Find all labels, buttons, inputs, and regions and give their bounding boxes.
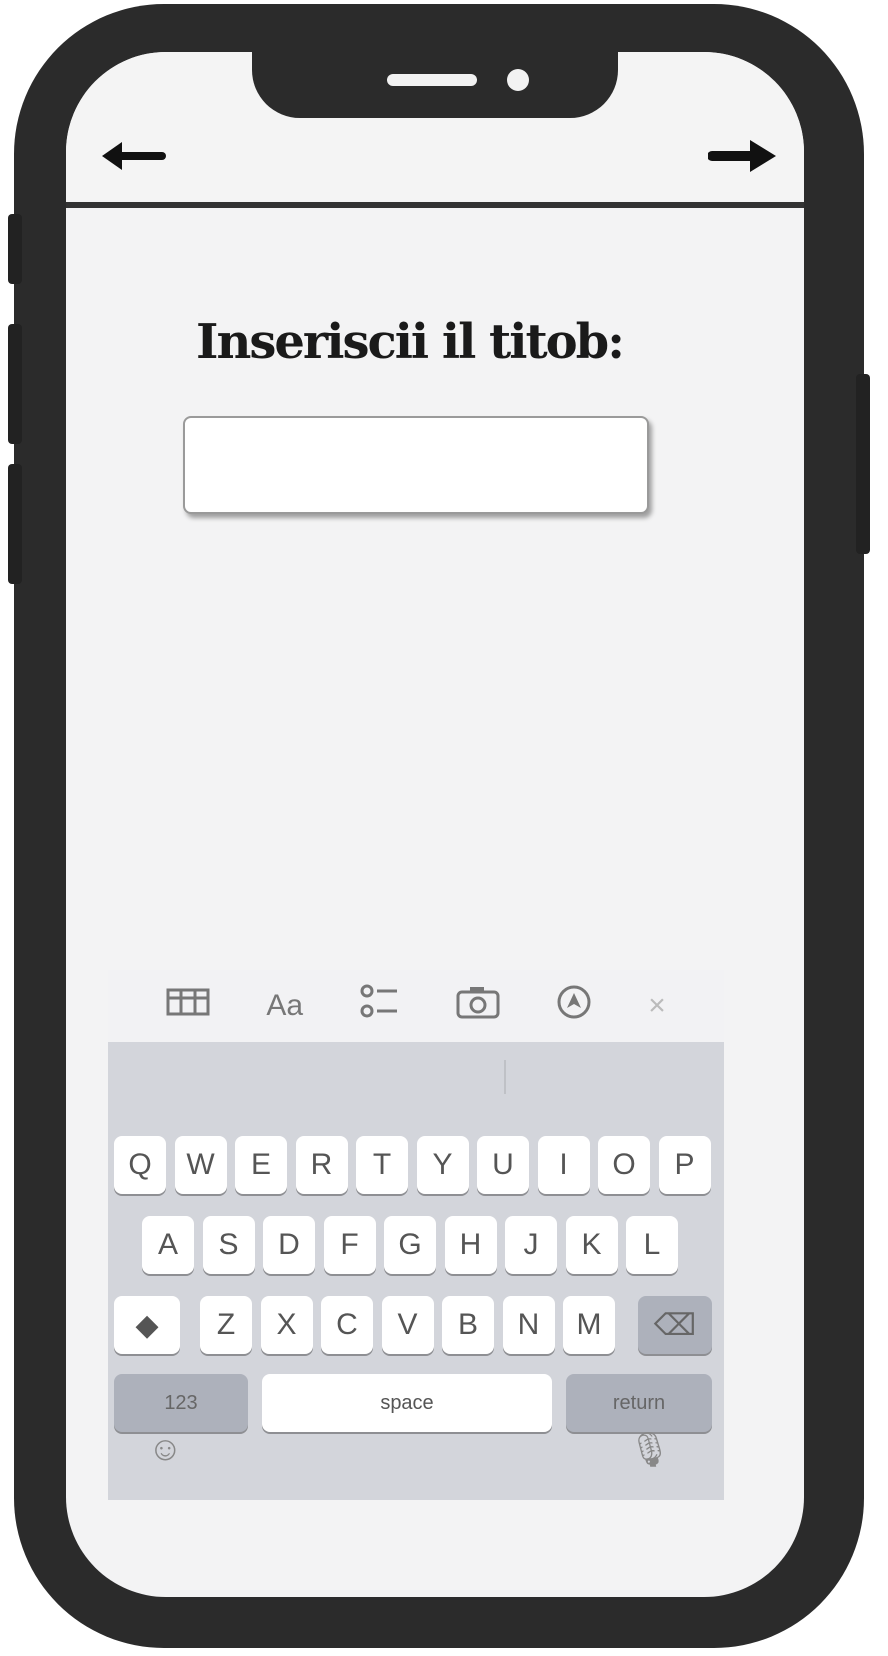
key-a[interactable]: A [142,1216,194,1274]
title-input[interactable] [183,416,649,514]
volume-down-button [8,464,22,584]
key-v[interactable]: V [381,1296,434,1354]
checklist-icon[interactable] [359,984,399,1028]
key-p[interactable]: P [658,1136,711,1194]
key-s[interactable]: S [202,1216,255,1274]
camera-icon[interactable] [456,985,500,1027]
speaker-grille [387,74,477,86]
key-b[interactable]: B [442,1296,494,1354]
key-o[interactable]: O [598,1136,650,1194]
text-format-icon[interactable]: Aa [266,989,303,1023]
key-g[interactable]: G [384,1216,436,1274]
keyboard-toolbar: Aa × [108,970,724,1042]
key-y[interactable]: Y [416,1136,469,1194]
table-icon[interactable] [166,987,210,1025]
numbers-key[interactable]: 123 [114,1374,248,1432]
shift-key[interactable]: ◆ [114,1296,180,1354]
volume-up-button [8,324,22,444]
navigate-icon[interactable] [556,984,592,1028]
key-d[interactable]: D [263,1216,315,1274]
key-e[interactable]: E [235,1136,287,1194]
power-button [856,374,870,554]
key-w[interactable]: W [174,1136,227,1194]
key-n[interactable]: N [502,1296,555,1354]
key-t[interactable]: T [356,1136,408,1194]
close-icon[interactable]: × [648,989,666,1023]
key-u[interactable]: U [477,1136,529,1194]
phone-screen: Inseriscii il titob: Aa × Q W E R T Y U … [66,52,804,1597]
key-l[interactable]: L [626,1216,678,1274]
suggestion-divider [504,1060,506,1094]
arrow-right-icon[interactable] [708,138,778,174]
key-c[interactable]: C [321,1296,373,1354]
key-r[interactable]: R [295,1136,348,1194]
suggestion-bar [108,1042,724,1110]
return-key[interactable]: return [566,1374,712,1432]
key-k[interactable]: K [565,1216,618,1274]
key-f[interactable]: F [323,1216,376,1274]
delete-key[interactable]: ⌫ [638,1296,712,1354]
key-h[interactable]: H [444,1216,497,1274]
arrow-left-icon[interactable] [96,138,166,174]
emoji-icon[interactable]: ☺ [148,1430,183,1469]
title-prompt-label: Inseriscii il titob: [196,314,625,370]
on-screen-keyboard: Aa × Q W E R T Y U I O P A S D F G H J K L ◆ Z X C V B N M ⌫ 123 spac… [108,970,724,1500]
key-j[interactable]: J [505,1216,557,1274]
key-x[interactable]: X [260,1296,313,1354]
microphone-icon[interactable]: 🎙 [628,1430,671,1470]
front-camera [507,69,529,91]
phone-frame: Inseriscii il titob: Aa × Q W E R T Y U … [8,4,870,1648]
key-z[interactable]: Z [200,1296,252,1354]
key-q[interactable]: Q [114,1136,166,1194]
key-m[interactable]: M [563,1296,615,1354]
notch [252,52,618,118]
mute-switch [8,214,22,284]
space-key[interactable]: space [262,1374,552,1432]
key-i[interactable]: I [537,1136,590,1194]
